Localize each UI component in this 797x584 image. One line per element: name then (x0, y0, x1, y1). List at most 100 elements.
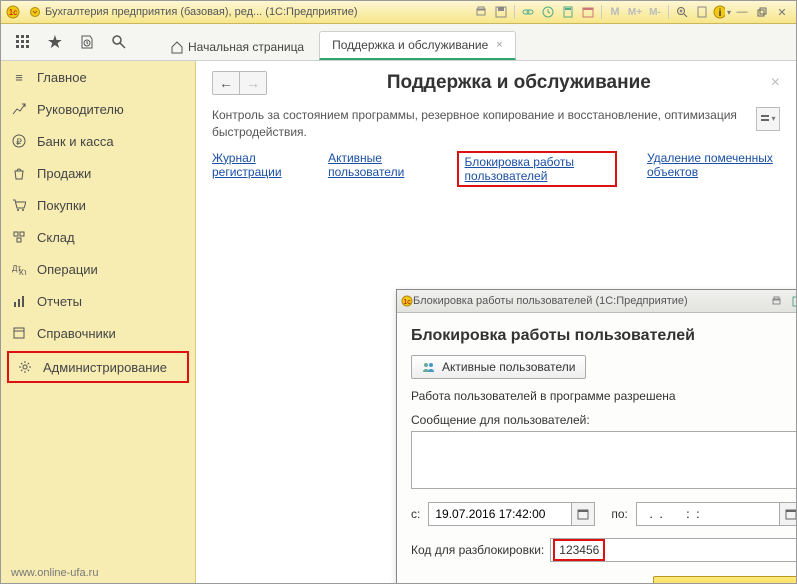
book-icon (11, 325, 27, 341)
dialog-print-icon[interactable] (767, 293, 785, 309)
settings-list-button[interactable]: ▾ (756, 107, 780, 131)
operations-icon: ДтКт (11, 261, 27, 277)
svg-text:1c: 1c (9, 8, 17, 17)
zoom-icon[interactable] (673, 4, 691, 20)
bars-icon (11, 293, 27, 309)
sidebar-label: Справочники (37, 326, 116, 341)
dialog-header: Блокировка работы пользователей (411, 327, 796, 345)
nav-back-button[interactable]: ← (213, 72, 239, 94)
dialog-titlebar: 1c Блокировка работы пользователей (1С:П… (397, 290, 796, 313)
tab-home[interactable]: Начальная страница (157, 33, 317, 60)
sidebar-label: Операции (37, 262, 98, 277)
history-icon[interactable] (73, 28, 101, 56)
calc-icon[interactable] (559, 4, 577, 20)
page-description: ▾ Контроль за состоянием программы, резе… (196, 99, 796, 141)
unlock-code-field[interactable]: 123456 (550, 538, 796, 562)
tab-bar: Начальная страница Поддержка и обслужива… (157, 24, 518, 60)
titlebar: 1c Бухгалтерия предприятия (базовая), ре… (1, 1, 796, 24)
message-label: Сообщение для пользователей: (411, 413, 796, 427)
message-textarea[interactable] (411, 431, 796, 489)
tab-close-icon[interactable]: × (496, 39, 502, 51)
link-block-users-highlight: Блокировка работы пользователей (457, 151, 617, 187)
minimize-button[interactable]: — (733, 4, 751, 20)
dropdown-icon[interactable] (26, 4, 44, 20)
calendar-picker-icon[interactable] (571, 503, 594, 525)
close-button[interactable]: ✕ (773, 4, 791, 20)
sidebar-label: Администрирование (43, 360, 167, 375)
link-journal[interactable]: Журнал регистрации (212, 151, 298, 187)
page-title: Поддержка и обслуживание (267, 72, 771, 94)
from-label: с: (411, 507, 420, 521)
nav-forward-button[interactable]: → (239, 72, 266, 94)
print-icon[interactable] (472, 4, 490, 20)
sidebar-item-admin[interactable]: Администрирование (7, 351, 189, 383)
clock-icon[interactable] (539, 4, 557, 20)
from-date-input[interactable] (429, 507, 571, 521)
mminus-icon[interactable]: M- (646, 4, 664, 20)
dialog-logo-icon: 1c (401, 295, 413, 307)
home-icon (170, 40, 184, 54)
search-icon[interactable] (105, 28, 133, 56)
m-icon[interactable]: M (606, 4, 624, 20)
link-active-users[interactable]: Активные пользователи (328, 151, 426, 187)
sidebar-item-reports[interactable]: Отчеты (1, 285, 195, 317)
ruble-icon: ₽ (11, 133, 27, 149)
sidebar-label: Банк и касса (37, 134, 114, 149)
dialog-title: Блокировка работы пользователей (1С:Пред… (413, 295, 688, 307)
link-delete-marked[interactable]: Удаление помеченных объектов (647, 151, 780, 187)
active-users-label: Активные пользователи (442, 360, 575, 374)
tab-support-label: Поддержка и обслуживание (332, 38, 488, 52)
unlock-code-value: 123456 (553, 539, 605, 561)
nav-arrows: ← → (212, 71, 267, 95)
cart-icon (11, 197, 27, 213)
unlock-label: Код для разблокировки: (411, 543, 544, 557)
gear-icon (17, 359, 33, 375)
footer-link[interactable]: www.online-ufa.ru (11, 567, 98, 579)
info-icon[interactable]: i▾ (713, 4, 731, 20)
status-text: Работа пользователей в программе разреше… (411, 389, 796, 403)
from-date-field[interactable] (428, 502, 595, 526)
sidebar-item-manager[interactable]: Руководителю (1, 93, 195, 125)
sidebar-label: Склад (37, 230, 75, 245)
sidebar-label: Отчеты (37, 294, 82, 309)
set-lock-button[interactable]: Установить блокировку (653, 576, 796, 584)
save-icon[interactable] (492, 4, 510, 20)
link-block-users[interactable]: Блокировка работы пользователей (465, 155, 575, 183)
calendar-icon[interactable] (579, 4, 597, 20)
to-date-input[interactable] (637, 507, 779, 521)
active-users-button[interactable]: Активные пользователи (411, 355, 586, 379)
sidebar-item-purchases[interactable]: Покупки (1, 189, 195, 221)
to-label: по: (611, 507, 628, 521)
tab-support[interactable]: Поддержка и обслуживание × (319, 31, 516, 60)
svg-text:₽: ₽ (16, 137, 22, 147)
sidebar-item-main[interactable]: ≡Главное (1, 61, 195, 93)
tab-home-label: Начальная страница (188, 40, 304, 54)
app-logo-icon: 1c (5, 4, 21, 20)
sidebar-item-operations[interactable]: ДтКт Операции (1, 253, 195, 285)
link-icon[interactable] (519, 4, 537, 20)
sidebar-item-bank[interactable]: ₽ Банк и касса (1, 125, 195, 157)
sheet-icon[interactable] (693, 4, 711, 20)
favorites-icon[interactable]: ★ (41, 28, 69, 56)
calendar-picker-icon[interactable] (779, 503, 796, 525)
page-close-icon[interactable]: × (771, 74, 780, 92)
apps-grid-icon[interactable] (9, 28, 37, 56)
sidebar-item-sales[interactable]: Продажи (1, 157, 195, 189)
chart-up-icon (11, 101, 27, 117)
to-date-field[interactable] (636, 502, 796, 526)
links-row: Журнал регистрации Активные пользователи… (196, 141, 796, 197)
boxes-icon (11, 229, 27, 245)
sidebar-item-dictionaries[interactable]: Справочники (1, 317, 195, 349)
mplus-icon[interactable]: M+ (626, 4, 644, 20)
svg-text:i: i (719, 8, 722, 19)
sidebar-item-warehouse[interactable]: Склад (1, 221, 195, 253)
dialog-calc-icon[interactable] (787, 293, 796, 309)
dialog-block-users: 1c Блокировка работы пользователей (1С:П… (396, 289, 796, 584)
window-title: Бухгалтерия предприятия (базовая), ред..… (45, 6, 358, 18)
app-window: 1c Бухгалтерия предприятия (базовая), ре… (0, 0, 797, 584)
sidebar-label: Главное (37, 70, 87, 85)
bag-icon (11, 165, 27, 181)
sidebar-label: Покупки (37, 198, 86, 213)
restore-button[interactable] (753, 4, 771, 20)
sidebar-label: Руководителю (37, 102, 124, 117)
